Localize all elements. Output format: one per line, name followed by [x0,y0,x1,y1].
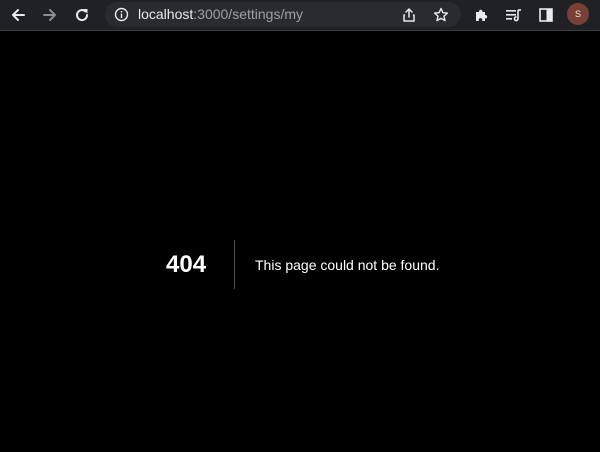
arrow-right-icon [43,9,56,21]
address-bar[interactable]: localhost:3000/settings/my [105,2,461,27]
reading-list-icon [506,9,521,22]
error-code: 404 [166,251,207,278]
info-icon[interactable] [114,7,129,22]
reload-icon [76,9,89,22]
arrow-left-icon [12,9,25,21]
side-panel-button[interactable] [535,4,557,26]
share-icon [403,8,415,22]
browser-toolbar: localhost:3000/settings/my S [0,0,600,30]
url-host: localhost [138,6,194,22]
error-message: This page could not be found. [255,257,440,273]
profile-avatar[interactable]: S [567,3,589,25]
extensions-button[interactable] [471,4,493,26]
reading-list-button[interactable] [503,4,525,26]
forward-button[interactable] [38,3,62,27]
share-button[interactable] [400,6,418,24]
url-text[interactable]: localhost:3000/settings/my [138,6,303,23]
bookmark-button[interactable] [432,6,450,24]
reload-button[interactable] [70,3,94,27]
error-divider [234,240,235,289]
page-content: 404 This page could not be found. [0,31,600,452]
back-button[interactable] [6,3,30,27]
url-path: :3000/settings/my [193,6,303,22]
puzzle-icon [476,9,488,21]
star-icon [433,7,449,22]
side-panel-icon [539,8,553,22]
